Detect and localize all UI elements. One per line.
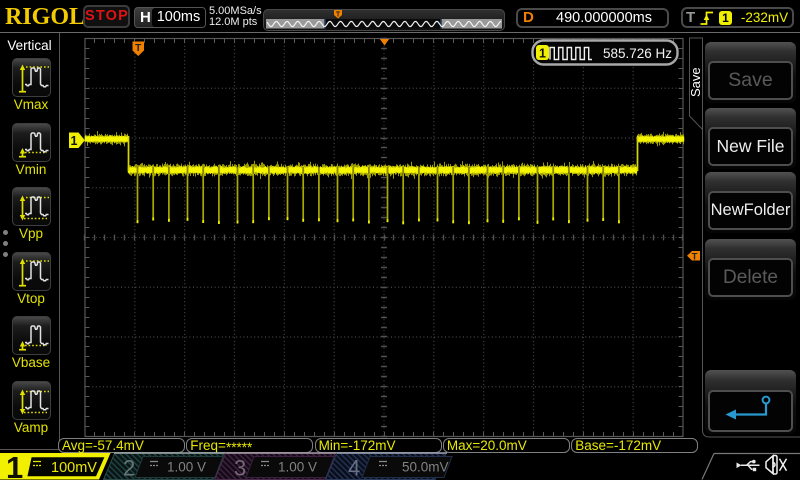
svg-text:T: T bbox=[692, 251, 698, 262]
svg-text:3: 3 bbox=[234, 456, 246, 480]
svg-text:1: 1 bbox=[6, 450, 23, 480]
svg-text:1.00 V: 1.00 V bbox=[167, 460, 206, 475]
svg-text:585.726 Hz: 585.726 Hz bbox=[603, 46, 672, 61]
svg-text:T: T bbox=[135, 43, 141, 54]
svg-text:1: 1 bbox=[539, 47, 546, 61]
svg-text:2: 2 bbox=[123, 456, 135, 480]
svg-text:50.0mV: 50.0mV bbox=[402, 460, 449, 475]
svg-text:4: 4 bbox=[348, 456, 360, 480]
svg-text:1.00 V: 1.00 V bbox=[278, 460, 317, 475]
svg-text:100mV: 100mV bbox=[51, 460, 97, 476]
svg-text:1: 1 bbox=[71, 134, 78, 148]
